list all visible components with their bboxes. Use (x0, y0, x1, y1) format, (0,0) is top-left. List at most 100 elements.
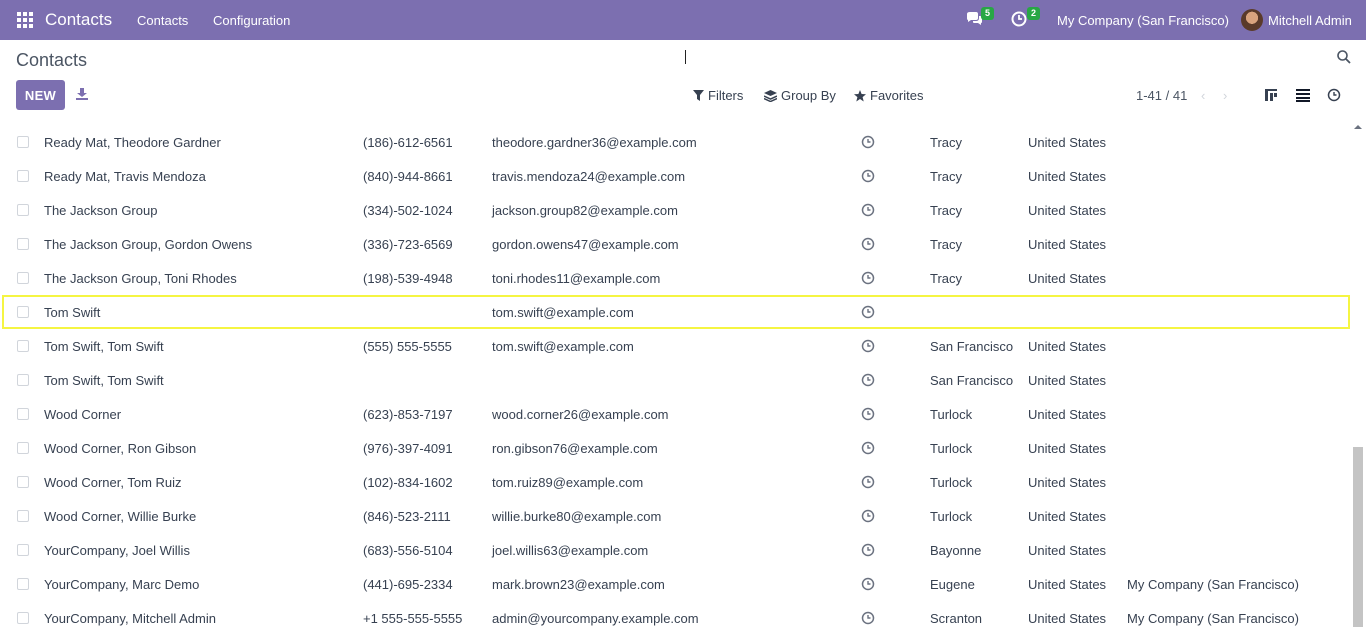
filter-icon (693, 90, 704, 101)
row-checkbox[interactable] (17, 408, 29, 420)
row-checkbox[interactable] (17, 374, 29, 386)
user-menu[interactable]: Mitchell Admin (1268, 13, 1352, 28)
contact-phone: (840)-944-8661 (363, 169, 453, 184)
contact-phone: +1 555-555-5555 (363, 611, 463, 626)
table-row[interactable]: Wood Corner, Tom Ruiz (102)-834-1602 tom… (0, 465, 1351, 499)
table-row[interactable]: The Jackson Group (334)-502-1024 jackson… (0, 193, 1351, 227)
activity-clock-icon[interactable] (861, 237, 875, 251)
contact-country: United States (1028, 135, 1107, 150)
row-checkbox[interactable] (17, 204, 29, 216)
row-checkbox[interactable] (17, 272, 29, 284)
contact-city: Turlock (930, 509, 973, 524)
table-row[interactable]: Wood Corner (623)-853-7197 wood.corner26… (0, 397, 1351, 431)
company-switcher[interactable]: My Company (San Francisco) (1057, 13, 1229, 28)
app-brand[interactable]: Contacts (45, 10, 112, 30)
table-row[interactable]: Ready Mat, Travis Mendoza (840)-944-8661… (0, 159, 1351, 193)
contact-country: United States (1028, 475, 1107, 490)
menu-contacts[interactable]: Contacts (137, 13, 188, 28)
activity-clock-icon[interactable] (861, 135, 875, 149)
activity-clock-icon[interactable] (861, 339, 875, 353)
contact-city: Tracy (930, 169, 963, 184)
contact-name: Tom Swift, Tom Swift (44, 373, 164, 388)
groupby-toggle[interactable]: Group By (764, 88, 836, 103)
contact-country: United States (1028, 577, 1107, 592)
contact-email: ron.gibson76@example.com (492, 441, 658, 456)
activity-clock-icon[interactable] (861, 373, 875, 387)
activity-clock-icon[interactable] (861, 509, 875, 523)
row-checkbox[interactable] (17, 238, 29, 250)
activity-clock-icon[interactable] (861, 407, 875, 421)
contact-email: mark.brown23@example.com (492, 577, 665, 592)
activity-clock-icon[interactable] (861, 475, 875, 489)
activity-button[interactable]: 2 (1011, 7, 1041, 29)
pager-next-button[interactable]: › (1223, 88, 1227, 103)
row-checkbox[interactable] (17, 544, 29, 556)
pager-previous-button[interactable]: ‹ (1201, 88, 1205, 103)
groupby-label: Group By (781, 88, 836, 103)
table-row[interactable]: Tom Swift, Tom Swift San Francisco Unite… (0, 363, 1351, 397)
kanban-view-icon[interactable] (1264, 88, 1278, 102)
activity-view-icon[interactable] (1327, 88, 1341, 102)
contact-name: Ready Mat, Theodore Gardner (44, 135, 221, 150)
contact-country: United States (1028, 373, 1107, 388)
favorites-toggle[interactable]: Favorites (854, 88, 923, 103)
search-icon[interactable] (1336, 49, 1352, 65)
contact-email: gordon.owens47@example.com (492, 237, 679, 252)
menu-configuration[interactable]: Configuration (213, 13, 290, 28)
contact-city: San Francisco (930, 373, 1014, 388)
table-row[interactable]: Wood Corner, Willie Burke (846)-523-2111… (0, 499, 1351, 533)
contact-name: YourCompany, Mitchell Admin (44, 611, 216, 626)
messaging-button[interactable]: 5 (965, 7, 995, 29)
table-row[interactable]: Ready Mat, Theodore Gardner (186)-612-65… (0, 125, 1351, 159)
activity-clock-icon[interactable] (861, 441, 875, 455)
contact-country: United States (1028, 203, 1107, 218)
table-row[interactable]: YourCompany, Joel Willis (683)-556-5104 … (0, 533, 1351, 567)
chat-count-badge: 5 (981, 7, 995, 20)
row-checkbox[interactable] (17, 306, 29, 318)
row-checkbox[interactable] (17, 442, 29, 454)
table-row[interactable]: Tom Swift, Tom Swift (555) 555-5555 tom.… (0, 329, 1351, 363)
contact-email: admin@yourcompany.example.com (492, 611, 699, 626)
activity-clock-icon[interactable] (861, 271, 875, 285)
contact-phone: (976)-397-4091 (363, 441, 453, 456)
contact-name: Wood Corner, Willie Burke (44, 509, 197, 524)
contact-email: theodore.gardner36@example.com (492, 135, 697, 150)
activity-clock-icon[interactable] (861, 203, 875, 217)
row-checkbox[interactable] (17, 578, 29, 590)
contacts-list: Ready Mat, Theodore Gardner (186)-612-65… (0, 125, 1351, 635)
search-caret[interactable] (685, 50, 686, 64)
filters-toggle[interactable]: Filters (693, 88, 743, 103)
row-checkbox[interactable] (17, 340, 29, 352)
table-row[interactable]: YourCompany, Marc Demo (441)-695-2334 ma… (0, 567, 1351, 601)
row-checkbox[interactable] (17, 510, 29, 522)
activity-clock-icon[interactable] (861, 577, 875, 591)
contact-phone: (198)-539-4948 (363, 271, 453, 286)
table-row-selected[interactable]: Tom Swift tom.swift@example.com (2, 295, 1350, 329)
row-checkbox[interactable] (17, 612, 29, 624)
pager-value[interactable]: 1-41 / 41 (1136, 88, 1187, 103)
activity-clock-icon[interactable] (861, 169, 875, 183)
row-checkbox[interactable] (17, 136, 29, 148)
activity-clock-icon[interactable] (861, 305, 875, 319)
contact-phone: (623)-853-7197 (363, 407, 453, 422)
row-checkbox[interactable] (17, 170, 29, 182)
apps-menu-icon[interactable] (17, 12, 33, 28)
row-checkbox[interactable] (17, 476, 29, 488)
table-row[interactable]: The Jackson Group, Toni Rhodes (198)-539… (0, 261, 1351, 295)
table-row[interactable]: Wood Corner, Ron Gibson (976)-397-4091 r… (0, 431, 1351, 465)
user-avatar[interactable] (1241, 9, 1263, 31)
contact-city: Tracy (930, 237, 963, 252)
contact-city: Turlock (930, 407, 973, 422)
download-icon[interactable] (75, 87, 89, 101)
table-row[interactable]: YourCompany, Mitchell Admin +1 555-555-5… (0, 601, 1351, 635)
table-row[interactable]: The Jackson Group, Gordon Owens (336)-72… (0, 227, 1351, 261)
scroll-up-arrow-icon[interactable] (1354, 123, 1362, 131)
contact-company: My Company (San Francisco) (1127, 577, 1299, 592)
activity-clock-icon[interactable] (861, 611, 875, 625)
contact-name: Wood Corner (44, 407, 122, 422)
new-button[interactable]: NEW (16, 80, 65, 110)
contact-phone: (102)-834-1602 (363, 475, 453, 490)
activity-clock-icon[interactable] (861, 543, 875, 557)
scrollbar-thumb[interactable] (1353, 447, 1363, 627)
list-view-icon[interactable] (1296, 88, 1310, 102)
